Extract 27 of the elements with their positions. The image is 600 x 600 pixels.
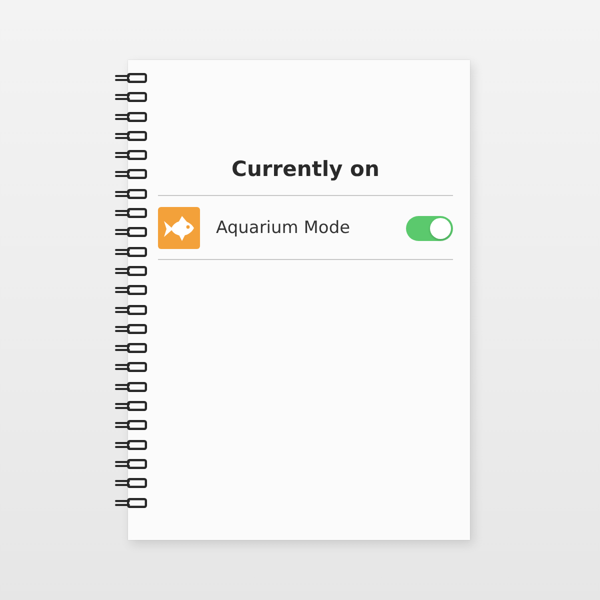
fish-icon <box>158 207 200 249</box>
spiral-coil <box>115 208 147 218</box>
spiral-coil <box>115 324 147 334</box>
toggle-switch[interactable] <box>406 216 453 240</box>
heading: Currently on <box>230 156 380 183</box>
spiral-coil <box>115 304 147 315</box>
spiral-coil <box>115 169 147 180</box>
spiral-coil <box>115 440 147 450</box>
spiral-coil <box>115 92 147 102</box>
spiral-coil <box>115 382 147 392</box>
spiral-coil <box>115 362 147 372</box>
spiral-coil <box>115 420 147 430</box>
spiral-coil <box>115 285 147 296</box>
spiral-coil <box>115 227 147 238</box>
spiral-coil <box>115 401 147 412</box>
spiral-coil <box>115 150 147 160</box>
spiral-coil <box>115 112 147 122</box>
spiral-coil <box>115 343 147 354</box>
setting-label: Aquarium Mode <box>216 217 350 239</box>
spiral-coil <box>115 188 147 199</box>
spiral-coil <box>115 130 147 141</box>
spiral-coil <box>115 73 147 83</box>
spiral-coil <box>115 478 147 488</box>
spiral-coil <box>115 246 147 257</box>
spiral-coil <box>115 498 147 508</box>
spiral-coil <box>115 266 147 276</box>
spiral-coil <box>115 458 147 469</box>
